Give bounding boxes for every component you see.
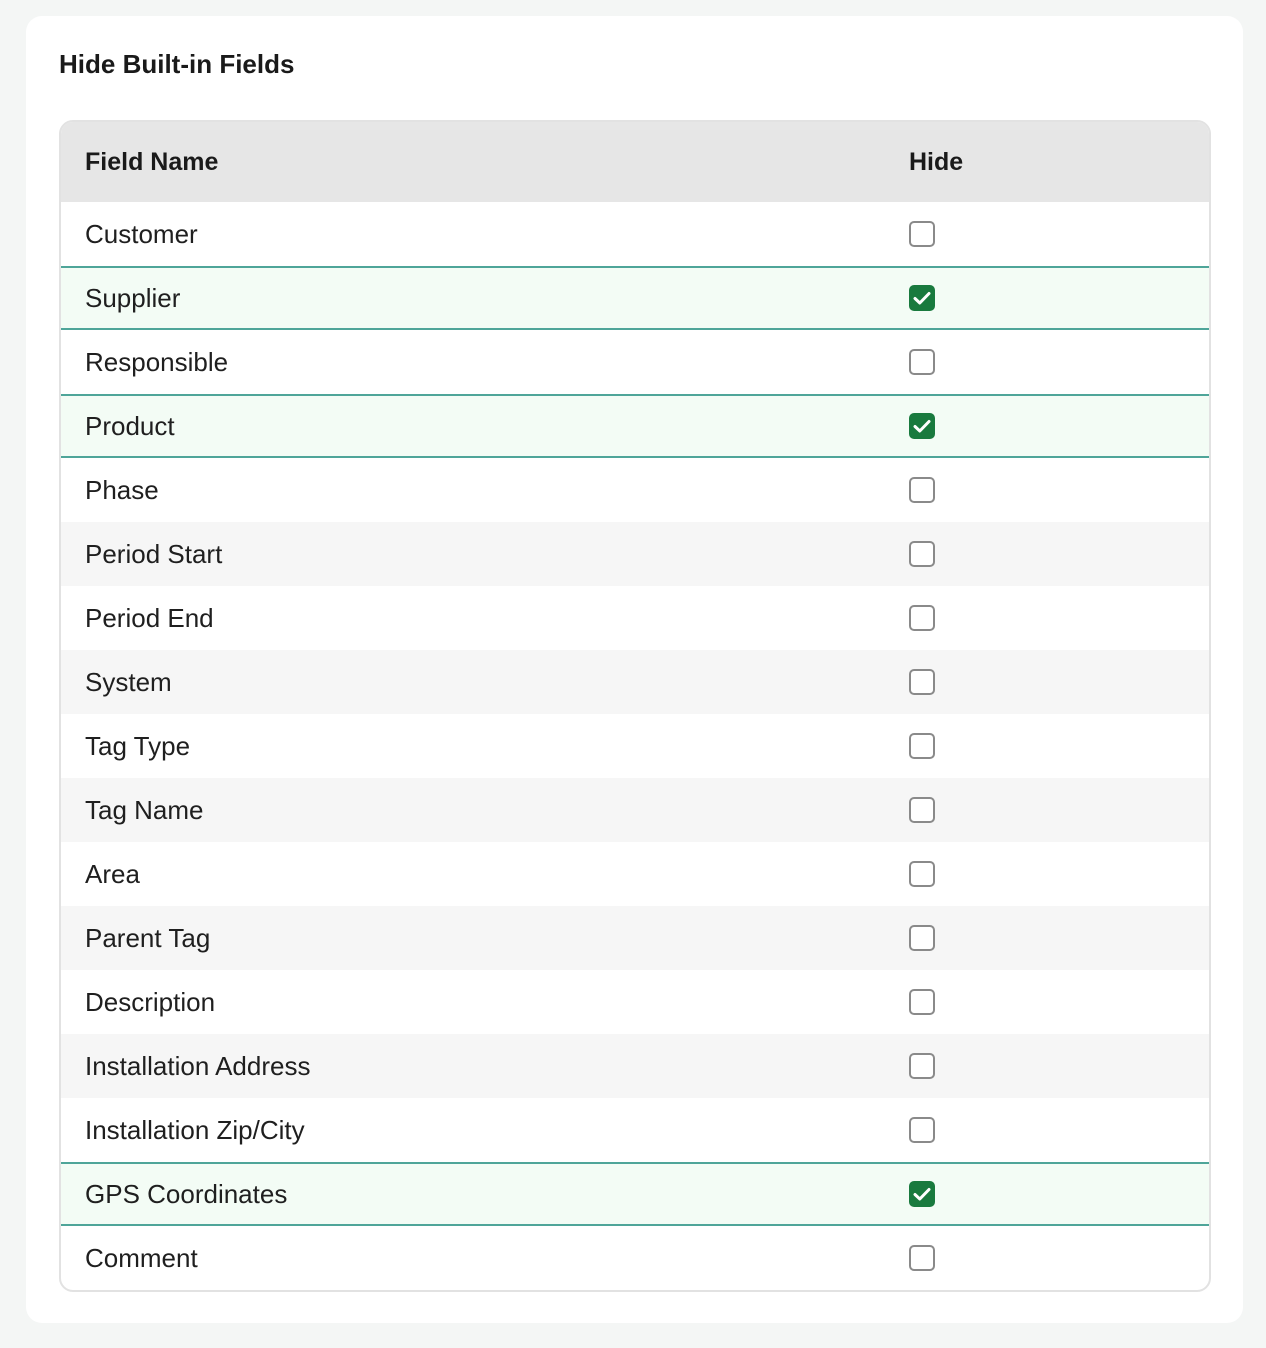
table-row: Description [61, 970, 1209, 1034]
table-row: Period End [61, 586, 1209, 650]
table-row: Tag Type [61, 714, 1209, 778]
table-row: Comment [61, 1226, 1209, 1290]
field-name: Description [85, 986, 216, 1017]
field-name: Product [85, 410, 175, 441]
hide-checkbox[interactable] [909, 1053, 935, 1079]
field-name: Tag Name [85, 794, 204, 825]
field-name: Comment [85, 1242, 198, 1273]
check-icon [913, 420, 931, 433]
field-name: Installation Zip/City [85, 1114, 305, 1145]
section-title: Hide Built-in Fields [59, 49, 295, 79]
hide-checkbox[interactable] [909, 413, 935, 439]
table-row: Tag Name [61, 778, 1209, 842]
field-name: Tag Type [85, 730, 191, 761]
table-row: Responsible [61, 330, 1209, 394]
hide-checkbox[interactable] [909, 221, 935, 247]
table-row: Installation Address [61, 1034, 1209, 1098]
table-row: Product [61, 394, 1209, 458]
table-row: Phase [61, 458, 1209, 522]
field-name: Installation Address [85, 1050, 311, 1081]
hide-checkbox[interactable] [909, 861, 935, 887]
field-name: GPS Coordinates [85, 1178, 288, 1209]
column-header-hide: Hide [909, 147, 964, 176]
field-name: System [85, 666, 172, 697]
field-name: Customer [85, 218, 198, 249]
table-row: GPS Coordinates [61, 1162, 1209, 1226]
table-row: Parent Tag [61, 906, 1209, 970]
table-row: Customer [61, 202, 1209, 266]
hide-checkbox[interactable] [909, 1245, 935, 1271]
hide-checkbox[interactable] [909, 925, 935, 951]
table-body: Customer Supplier Responsible Product Ph… [61, 202, 1209, 1290]
field-name: Parent Tag [85, 922, 211, 953]
table-row: System [61, 650, 1209, 714]
hide-checkbox[interactable] [909, 733, 935, 759]
table-row: Supplier [61, 266, 1209, 330]
field-name: Area [85, 858, 140, 889]
fields-table: Field Name Hide Customer Supplier Respon… [59, 120, 1211, 1292]
hide-checkbox[interactable] [909, 1181, 935, 1207]
field-name: Period Start [85, 538, 223, 569]
table-row: Period Start [61, 522, 1209, 586]
field-name: Period End [85, 602, 214, 633]
check-icon [913, 292, 931, 305]
hide-checkbox[interactable] [909, 989, 935, 1015]
hide-checkbox[interactable] [909, 541, 935, 567]
hide-checkbox[interactable] [909, 285, 935, 311]
hide-checkbox[interactable] [909, 349, 935, 375]
field-name: Supplier [85, 282, 181, 313]
field-name: Responsible [85, 346, 229, 377]
table-header: Field Name Hide [61, 122, 1209, 202]
hide-checkbox[interactable] [909, 477, 935, 503]
hide-built-in-fields-card: Hide Built-in Fields Field Name Hide Cus… [26, 16, 1243, 1323]
table-row: Area [61, 842, 1209, 906]
hide-checkbox[interactable] [909, 797, 935, 823]
column-header-field-name: Field Name [85, 147, 219, 176]
hide-checkbox[interactable] [909, 669, 935, 695]
check-icon [913, 1188, 931, 1201]
table-row: Installation Zip/City [61, 1098, 1209, 1162]
hide-checkbox[interactable] [909, 1117, 935, 1143]
hide-checkbox[interactable] [909, 605, 935, 631]
field-name: Phase [85, 474, 159, 505]
